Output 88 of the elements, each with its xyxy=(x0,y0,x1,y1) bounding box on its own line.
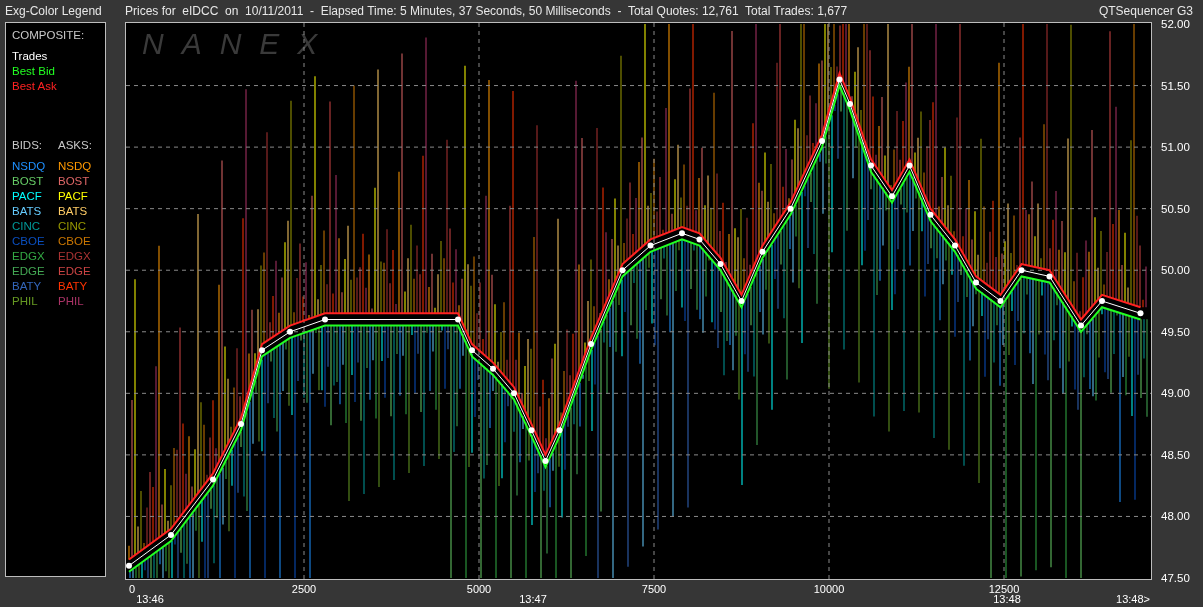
point xyxy=(168,531,174,538)
point xyxy=(322,316,328,323)
point xyxy=(588,341,594,348)
legend-entry: PHIL xyxy=(58,294,84,309)
x-axis-label: 0 xyxy=(129,583,136,596)
point xyxy=(528,427,535,434)
point xyxy=(126,562,132,569)
legend-heading: BIDS: xyxy=(12,138,44,153)
point xyxy=(542,458,549,465)
legend-entry: BATY xyxy=(58,279,88,294)
time-axis-label: 13:48> xyxy=(1116,593,1150,606)
point xyxy=(210,476,216,483)
y-axis-label: 51.50 xyxy=(1161,78,1190,93)
x-axis-label: 7500 xyxy=(641,583,667,596)
time-axis-label: 13:48 xyxy=(993,593,1021,606)
legend-entry: Trades xyxy=(12,49,49,64)
legend-entry: Best Ask xyxy=(12,79,58,94)
point xyxy=(1046,273,1053,280)
point xyxy=(1018,267,1025,274)
y-axis-label: 49.50 xyxy=(1161,324,1190,339)
legend-heading: ASKS: xyxy=(58,138,92,153)
legend-entry: Best Bid xyxy=(12,64,56,79)
time-axis-label: 13:46 xyxy=(136,593,164,606)
point xyxy=(455,316,461,323)
y-axis-label: 49.00 xyxy=(1161,386,1190,401)
point xyxy=(259,347,265,354)
legend-entry: PACF xyxy=(12,189,43,204)
legend-entry: CINC xyxy=(12,219,42,234)
app-name: QTSequencer G3 xyxy=(1098,3,1193,20)
y-axis-label: 51.00 xyxy=(1161,140,1190,155)
y-axis-label: 50.00 xyxy=(1161,263,1190,278)
x-axis-label: 2500 xyxy=(291,583,317,596)
point xyxy=(927,211,934,218)
chart-watermark: NANEX xyxy=(142,27,336,61)
point xyxy=(469,347,475,354)
chart-header-text: Prices for eIDCC on 10/11/2011 - Elapsed Time: 5 Minutes, 37 Seconds, 50 Milliseconds - Total Quotes: 12,761 Total Trades: 1,677 xyxy=(125,3,848,20)
legend-entry: PHIL xyxy=(12,294,39,309)
point xyxy=(1099,298,1105,304)
point xyxy=(238,421,244,428)
x-axis-label: 12500 xyxy=(988,583,1020,595)
point xyxy=(696,236,703,243)
point xyxy=(619,267,626,274)
point xyxy=(1137,310,1144,317)
point xyxy=(847,101,853,108)
legend-entry: EDGX xyxy=(58,249,91,264)
legend-entry: BOST xyxy=(58,174,90,189)
point xyxy=(287,328,293,335)
point xyxy=(787,205,794,212)
legend-entry: BOST xyxy=(12,174,45,189)
point xyxy=(556,427,563,434)
time-axis-label: 13:47 xyxy=(519,593,547,606)
y-axis-label: 52.00 xyxy=(1161,18,1190,31)
point xyxy=(819,137,825,144)
legend-entry: CINC xyxy=(58,219,87,234)
point xyxy=(490,365,496,372)
y-axis-label: 50.50 xyxy=(1161,201,1190,216)
legend-entry: EDGX xyxy=(12,249,46,264)
y-axis-label: 48.50 xyxy=(1161,447,1190,462)
point xyxy=(647,242,654,249)
point xyxy=(952,242,958,249)
legend-entry: CBOE xyxy=(58,234,91,249)
point xyxy=(836,76,843,83)
y-axis-label: 48.00 xyxy=(1161,509,1190,524)
point xyxy=(997,298,1004,304)
point xyxy=(889,193,895,200)
legend-entry: NSDQ xyxy=(12,159,47,174)
y-axis-label: 47.50 xyxy=(1161,571,1190,585)
x-axis-label: 10000 xyxy=(813,583,845,596)
legend-entry: NSDQ xyxy=(58,159,92,174)
legend-entry: CBOE xyxy=(12,234,46,249)
point xyxy=(738,298,745,304)
x-axis-label: 5000 xyxy=(466,583,492,596)
point xyxy=(717,261,724,268)
legend-entry: BATS xyxy=(12,204,43,219)
legend-title: Exg-Color Legend xyxy=(4,3,103,20)
legend-entry: EDGE xyxy=(12,264,46,279)
legend-entry: PACF xyxy=(58,189,88,204)
point xyxy=(1078,322,1084,329)
point xyxy=(759,248,766,255)
point xyxy=(973,279,979,286)
legend-entry: BATY xyxy=(12,279,43,294)
legend-entry: BATS xyxy=(58,204,88,219)
legend-entry: EDGE xyxy=(58,264,91,279)
point xyxy=(906,162,913,169)
point xyxy=(511,390,517,397)
point xyxy=(868,162,874,169)
point xyxy=(679,230,685,237)
legend-heading: COMPOSITE: xyxy=(12,28,86,43)
